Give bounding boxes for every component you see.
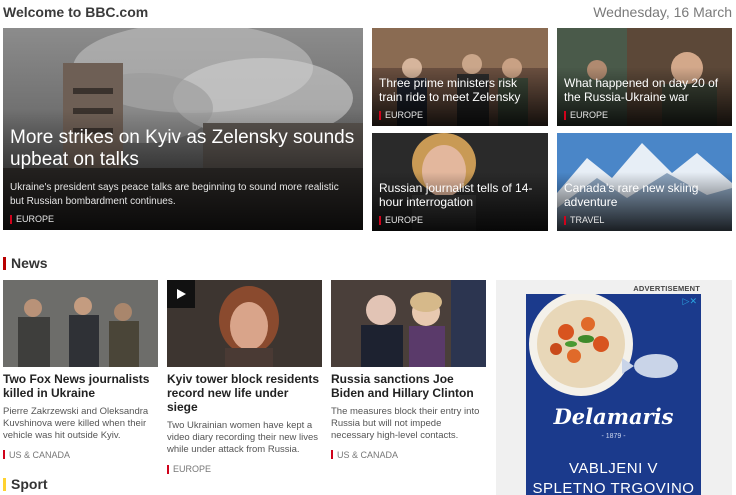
featured-main-tag[interactable]: EUROPE bbox=[10, 214, 355, 224]
featured-card-tag[interactable]: EUROPE bbox=[564, 110, 724, 120]
featured-main-headline[interactable]: More strikes on Kyiv as Zelensky sounds … bbox=[10, 127, 355, 171]
news-thumbnail[interactable] bbox=[3, 280, 158, 367]
advertisement[interactable]: ADVERTISEMENT ▷✕ Delamaris - 1879 - VABL… bbox=[496, 280, 732, 495]
featured-card-headline[interactable]: Russian journalist tells of 14-hour inte… bbox=[379, 181, 540, 209]
news-item-sanctions[interactable]: Russia sanctions Joe Biden and Hillary C… bbox=[331, 280, 486, 460]
tag-label: US & CANADA bbox=[9, 449, 71, 460]
news-thumbnail[interactable] bbox=[331, 280, 486, 367]
section-marker bbox=[3, 256, 6, 270]
featured-card-headline[interactable]: Three prime ministers risk train ride to… bbox=[379, 76, 540, 104]
ad-brand-year: - 1879 - bbox=[601, 433, 626, 440]
featured-main-text: More strikes on Kyiv as Zelensky sounds … bbox=[3, 127, 363, 230]
ad-creative[interactable]: ▷✕ Delamaris - 1879 - VABLJENI V SPLETNO… bbox=[526, 294, 701, 495]
news-summary: Two Ukrainian women have kept a video di… bbox=[167, 420, 319, 456]
featured-card-tag[interactable]: EUROPE bbox=[379, 215, 540, 225]
tag-marker bbox=[564, 110, 566, 120]
tag-marker bbox=[10, 214, 12, 224]
tag-marker bbox=[167, 464, 169, 474]
featured-card-tag[interactable]: EUROPE bbox=[379, 110, 540, 120]
featured-card-text: What happened on day 20 of the Russia-Uk… bbox=[557, 76, 732, 126]
news-summary: The measures block their entry into Russ… bbox=[331, 406, 480, 442]
featured-card-day20[interactable]: What happened on day 20 of the Russia-Uk… bbox=[557, 28, 732, 126]
tag-marker bbox=[564, 215, 566, 225]
featured-main-story[interactable]: More strikes on Kyiv as Zelensky sounds … bbox=[3, 28, 363, 230]
news-section-title[interactable]: News bbox=[3, 255, 48, 271]
featured-card-tag[interactable]: TRAVEL bbox=[564, 215, 724, 225]
news-tag[interactable]: US & CANADA bbox=[3, 450, 158, 460]
section-marker bbox=[3, 477, 6, 491]
featured-card-headline[interactable]: What happened on day 20 of the Russia-Uk… bbox=[564, 76, 724, 104]
tag-marker bbox=[3, 450, 5, 460]
featured-main-summary: Ukraine's president says peace talks are… bbox=[10, 182, 339, 207]
news-summary: Pierre Zakrzewski and Oleksandra Kuvshin… bbox=[3, 406, 149, 442]
tag-label: US & CANADA bbox=[337, 449, 399, 460]
news-item-kyiv-tower[interactable]: Kyiv tower block residents record new li… bbox=[167, 280, 322, 474]
tag-marker bbox=[379, 215, 381, 225]
featured-card-text: Canada's rare new skiing adventure TRAVE… bbox=[557, 181, 732, 231]
top-bar: Welcome to BBC.com Wednesday, 16 March bbox=[0, 0, 736, 26]
tag-label: EUROPE bbox=[16, 214, 55, 224]
tag-marker bbox=[379, 110, 381, 120]
featured-card-journalist[interactable]: Russian journalist tells of 14-hour inte… bbox=[372, 133, 548, 231]
ad-choices-icon[interactable]: ▷✕ bbox=[683, 296, 697, 307]
tag-label: EUROPE bbox=[173, 464, 212, 475]
news-image bbox=[3, 280, 158, 367]
news-item-fox[interactable]: Two Fox News journalists killed in Ukrai… bbox=[3, 280, 158, 460]
ad-brand: Delamaris bbox=[553, 404, 674, 429]
sport-section-title[interactable]: Sport bbox=[3, 476, 48, 492]
tag-marker bbox=[331, 450, 333, 460]
featured-card-skiing[interactable]: Canada's rare new skiing adventure TRAVE… bbox=[557, 133, 732, 231]
news-tag[interactable]: US & CANADA bbox=[331, 450, 486, 460]
tag-label: EUROPE bbox=[385, 110, 424, 120]
tag-label: EUROPE bbox=[385, 215, 424, 225]
play-icon bbox=[177, 289, 186, 299]
featured-card-text: Three prime ministers risk train ride to… bbox=[372, 76, 548, 126]
section-label: News bbox=[11, 255, 48, 271]
news-headline[interactable]: Kyiv tower block residents record new li… bbox=[167, 372, 322, 414]
ad-label: ADVERTISEMENT bbox=[633, 284, 700, 293]
section-label: Sport bbox=[11, 476, 48, 492]
play-video-button[interactable] bbox=[167, 280, 195, 308]
featured-card-train[interactable]: Three prime ministers risk train ride to… bbox=[372, 28, 548, 126]
featured-card-headline[interactable]: Canada's rare new skiing adventure bbox=[564, 181, 724, 209]
ad-line-1: VABLJENI V bbox=[569, 460, 658, 477]
featured-card-text: Russian journalist tells of 14-hour inte… bbox=[372, 181, 548, 231]
site-title[interactable]: Welcome to BBC.com bbox=[3, 4, 148, 20]
news-headline[interactable]: Russia sanctions Joe Biden and Hillary C… bbox=[331, 372, 486, 400]
tag-label: TRAVEL bbox=[570, 215, 605, 225]
news-tag[interactable]: EUROPE bbox=[167, 464, 322, 474]
news-image bbox=[331, 280, 486, 367]
tag-label: EUROPE bbox=[570, 110, 609, 120]
ad-line-2: SPLETNO TRGOVINO bbox=[532, 480, 695, 495]
news-thumbnail[interactable] bbox=[167, 280, 322, 367]
current-date: Wednesday, 16 March bbox=[593, 4, 732, 20]
news-headline[interactable]: Two Fox News journalists killed in Ukrai… bbox=[3, 372, 158, 400]
